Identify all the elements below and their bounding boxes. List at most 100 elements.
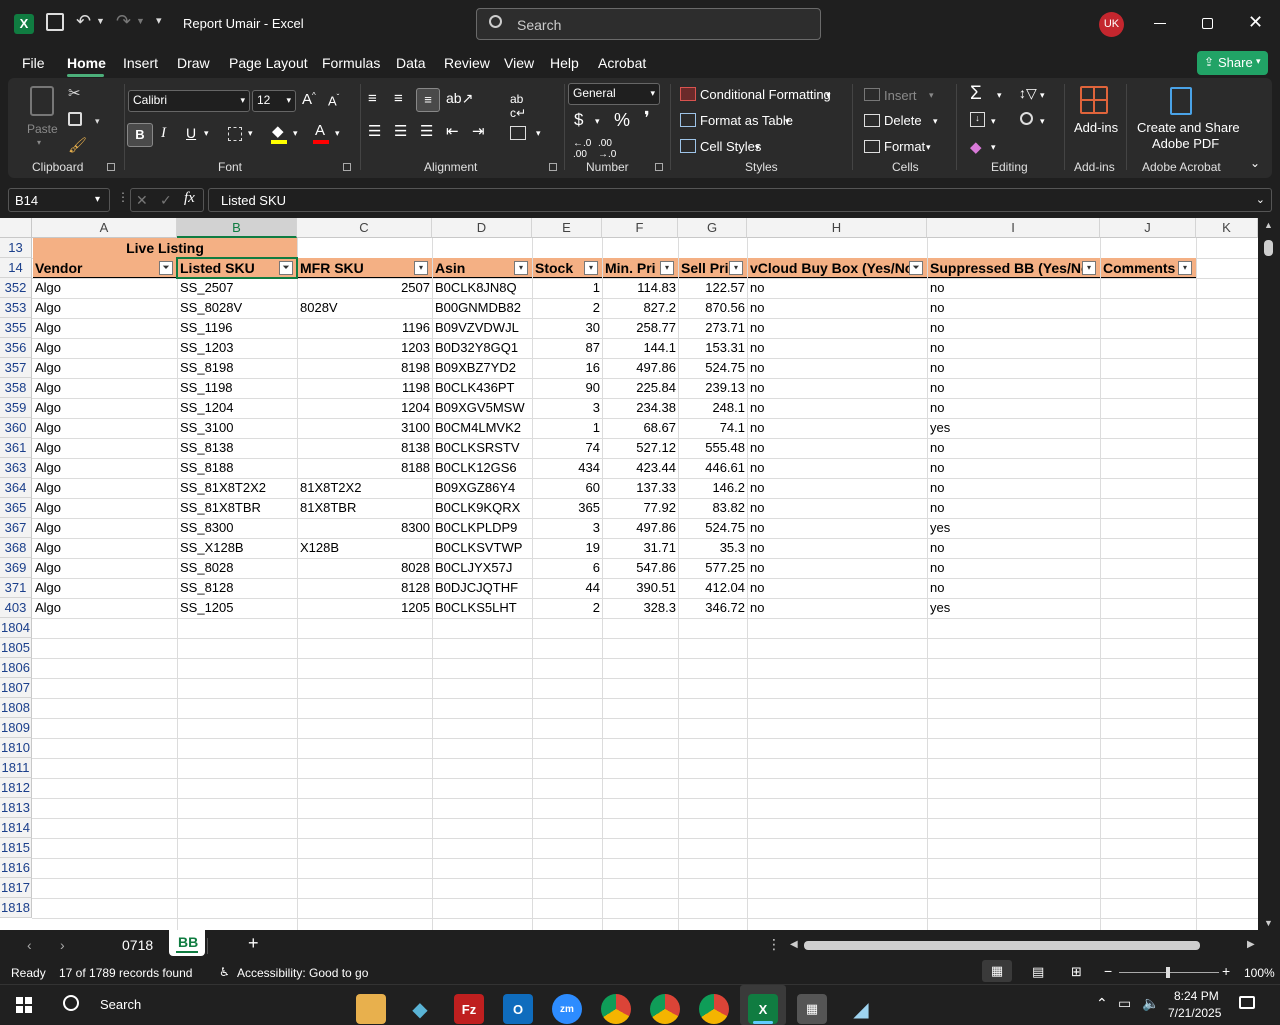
cell[interactable]: SS_8028: [178, 558, 297, 578]
cell-styles-button[interactable]: Cell Styles: [700, 139, 761, 154]
app-diamond-icon[interactable]: ◆: [405, 994, 435, 1024]
column-filter-header[interactable]: vCloud Buy Box (Yes/No ⏷: [748, 258, 927, 278]
zoom-in-icon[interactable]: +: [1222, 963, 1230, 979]
cell[interactable]: Algo: [33, 418, 177, 438]
cell[interactable]: Algo: [33, 478, 177, 498]
zoom-app-icon[interactable]: zm: [552, 994, 582, 1024]
sheet-tab-bb[interactable]: BB: [169, 930, 205, 956]
outlook-icon[interactable]: O: [503, 994, 533, 1024]
copy-icon[interactable]: [68, 112, 82, 126]
cell[interactable]: Algo: [33, 278, 177, 298]
increase-font-icon[interactable]: A^: [302, 91, 316, 108]
cell[interactable]: 2: [533, 598, 602, 618]
cell[interactable]: [1101, 598, 1196, 618]
cell[interactable]: SS_8128: [178, 578, 297, 598]
cell[interactable]: Algo: [33, 378, 177, 398]
cell[interactable]: [1101, 478, 1196, 498]
cell[interactable]: no: [748, 598, 927, 618]
fill-color-icon[interactable]: ◆: [272, 122, 284, 140]
cell[interactable]: no: [748, 478, 927, 498]
cell[interactable]: no: [748, 378, 927, 398]
filter-dropdown-icon[interactable]: ▾: [414, 261, 428, 275]
cell[interactable]: 114.83: [603, 278, 678, 298]
cell[interactable]: no: [748, 538, 927, 558]
fill-chevron-icon[interactable]: ▾: [293, 128, 298, 139]
find-select-icon[interactable]: [1020, 112, 1033, 125]
cell[interactable]: B0CLK436PT: [433, 378, 532, 398]
filezilla-icon[interactable]: Fz: [454, 994, 484, 1024]
column-filter-header[interactable]: Stock ▾: [533, 258, 602, 278]
cell[interactable]: 524.75: [679, 518, 747, 538]
row-header[interactable]: 352: [0, 278, 32, 298]
paste-chevron-icon[interactable]: ▾: [37, 138, 41, 147]
cell[interactable]: 1196: [298, 318, 432, 338]
normal-view-icon[interactable]: ▦: [982, 960, 1012, 982]
cell[interactable]: 74.1: [679, 418, 747, 438]
cell[interactable]: Algo: [33, 398, 177, 418]
filter-dropdown-icon[interactable]: ▾: [729, 261, 743, 275]
cell[interactable]: 365: [533, 498, 602, 518]
avatar[interactable]: UK: [1099, 12, 1124, 37]
cell[interactable]: 346.72: [679, 598, 747, 618]
cell[interactable]: Algo: [33, 458, 177, 478]
row-header[interactable]: 353: [0, 298, 32, 318]
row-header[interactable]: 361: [0, 438, 32, 458]
format-cells-button[interactable]: Format: [884, 139, 925, 154]
column-header-j[interactable]: J: [1100, 218, 1196, 238]
cell[interactable]: 258.77: [603, 318, 678, 338]
cell[interactable]: 87: [533, 338, 602, 358]
horizontal-scroll-thumb[interactable]: [804, 941, 1200, 950]
row-header[interactable]: 1808: [0, 698, 32, 718]
filter-dropdown-icon[interactable]: ▾: [1178, 261, 1192, 275]
column-header-g[interactable]: G: [678, 218, 747, 238]
align-center-icon[interactable]: ☰: [394, 122, 407, 140]
currency-chevron-icon[interactable]: ▾: [595, 116, 600, 127]
cell[interactable]: 577.25: [679, 558, 747, 578]
cell[interactable]: 555.48: [679, 438, 747, 458]
font-size-select[interactable]: 12 ▾: [252, 90, 296, 112]
row-header[interactable]: 359: [0, 398, 32, 418]
number-format-select[interactable]: General ▾: [568, 83, 660, 105]
formula-input[interactable]: Listed SKU ⌄: [208, 188, 1272, 212]
cell[interactable]: [1101, 358, 1196, 378]
cell[interactable]: 2: [533, 298, 602, 318]
column-filter-header[interactable]: Comments ▾: [1101, 258, 1196, 278]
cell[interactable]: no: [748, 298, 927, 318]
cell[interactable]: SS_8028V: [178, 298, 297, 318]
row-header[interactable]: 365: [0, 498, 32, 518]
cell[interactable]: no: [748, 418, 927, 438]
cell[interactable]: 137.33: [603, 478, 678, 498]
tray-chevron-icon[interactable]: ⌃: [1096, 995, 1108, 1012]
increase-decimal-icon[interactable]: ←.0.00: [573, 138, 591, 160]
sheet-tab-0718[interactable]: 0718: [122, 937, 153, 953]
more-options-icon[interactable]: ⋮: [117, 190, 129, 204]
insert-cells-button[interactable]: Insert: [884, 88, 917, 103]
cell[interactable]: B0CLKPLDP9: [433, 518, 532, 538]
row-header[interactable]: 356: [0, 338, 32, 358]
cell[interactable]: no: [748, 558, 927, 578]
number-launcher-icon[interactable]: [655, 163, 663, 171]
cell[interactable]: B0CLJYX57J: [433, 558, 532, 578]
cell[interactable]: 1198: [298, 378, 432, 398]
row-header[interactable]: 1817: [0, 878, 32, 898]
cell[interactable]: SS_8198: [178, 358, 297, 378]
cell[interactable]: B0CLKS5LHT: [433, 598, 532, 618]
cell[interactable]: 19: [533, 538, 602, 558]
close-icon[interactable]: ✕: [1248, 12, 1263, 33]
align-bottom-icon[interactable]: ≡: [416, 88, 440, 112]
cell[interactable]: Algo: [33, 318, 177, 338]
autosum-icon[interactable]: Σ: [970, 83, 982, 105]
tab-insert[interactable]: Insert: [123, 55, 158, 71]
cell[interactable]: Algo: [33, 438, 177, 458]
cell[interactable]: [1101, 338, 1196, 358]
align-left-icon[interactable]: ☰: [368, 122, 381, 140]
cell[interactable]: no: [748, 318, 927, 338]
clock-date[interactable]: 7/21/2025: [1168, 1006, 1221, 1020]
cell[interactable]: [1101, 398, 1196, 418]
orientation-icon[interactable]: ab↗: [446, 90, 473, 107]
insert-function-icon[interactable]: fx: [184, 190, 195, 207]
file-explorer-icon[interactable]: [356, 994, 386, 1024]
align-middle-icon[interactable]: ≡: [394, 90, 403, 107]
sort-chevron-icon[interactable]: ▾: [1040, 90, 1045, 101]
cell[interactable]: no: [928, 358, 1100, 378]
